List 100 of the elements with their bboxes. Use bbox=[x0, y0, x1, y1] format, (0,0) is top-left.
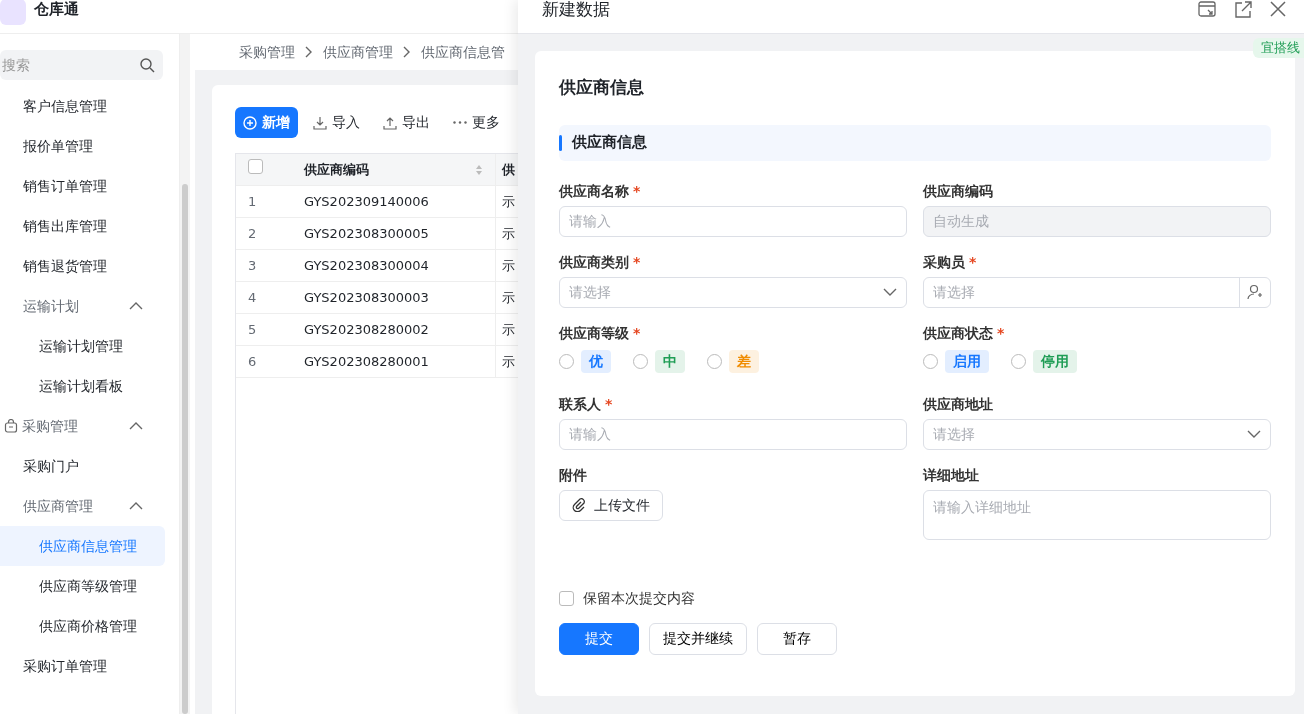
window-icon[interactable] bbox=[1198, 0, 1216, 17]
submit-button[interactable]: 提交 bbox=[559, 622, 639, 655]
chevron-down-icon bbox=[883, 287, 897, 297]
checkbox-label: 保留本次提交内容 bbox=[583, 588, 695, 608]
upload-button[interactable]: 上传文件 bbox=[559, 489, 663, 521]
paperclip-icon bbox=[572, 498, 586, 512]
sidebar-item[interactable]: 销售出库管理 bbox=[0, 206, 165, 246]
drawer-title: 新建数据 bbox=[542, 0, 610, 21]
placeholder: 请输入详细地址 bbox=[933, 497, 1031, 517]
sidebar-item[interactable]: 供应商信息管理 bbox=[0, 526, 165, 566]
form-button[interactable]: 暂存 bbox=[757, 622, 837, 655]
group-label: 采购管理 bbox=[21, 416, 78, 436]
field-label: 供应商名称 * bbox=[559, 181, 642, 201]
search-placeholder: 搜索 bbox=[2, 55, 30, 75]
table-cell-text: 示 bbox=[501, 256, 515, 275]
placeholder: 请输入 bbox=[569, 211, 611, 231]
table-cell: GYS202308300004 bbox=[296, 250, 496, 281]
radio-button[interactable] bbox=[923, 354, 938, 369]
field-label: 供应商状态 * bbox=[923, 323, 1006, 343]
sidebar-item[interactable]: 客户信息管理 bbox=[0, 86, 165, 126]
required-mark: * bbox=[633, 324, 641, 341]
add-button[interactable]: 新增 bbox=[235, 107, 298, 138]
select-all-checkbox[interactable] bbox=[248, 159, 263, 175]
more-icon bbox=[453, 121, 467, 124]
field-label: 采购员 * bbox=[923, 252, 978, 272]
group-label: 运输计划 bbox=[23, 296, 79, 316]
section-title: 供应商信息 bbox=[572, 132, 647, 154]
option-tag: 优 bbox=[581, 350, 611, 373]
environment-tag: 宜搭线 bbox=[1253, 38, 1304, 58]
add-user-icon[interactable] bbox=[1247, 284, 1263, 300]
table-cell-text: 示 bbox=[501, 352, 515, 371]
field-label: 附件 bbox=[559, 465, 588, 485]
required-mark: * bbox=[633, 253, 641, 270]
sidebar-item[interactable]: 报价单管理 bbox=[0, 126, 165, 166]
field-label: 供应商编码 bbox=[923, 181, 994, 201]
radio-button[interactable] bbox=[707, 354, 722, 369]
toolbar-button[interactable]: 更多 bbox=[445, 107, 508, 138]
table-cell: GYS202308280001 bbox=[296, 346, 496, 377]
table-cell: GYS202309140006 bbox=[296, 186, 496, 217]
breadcrumb-link[interactable]: 采购管理 bbox=[239, 41, 295, 63]
upload-icon bbox=[383, 115, 397, 130]
breadcrumb-link[interactable]: 供应商管理 bbox=[323, 41, 393, 63]
field-label: 联系人 * bbox=[559, 394, 614, 414]
scrollbar[interactable] bbox=[180, 34, 190, 714]
close-icon[interactable] bbox=[1270, 0, 1286, 17]
download-icon bbox=[313, 115, 327, 130]
field-label: 供应商等级 * bbox=[559, 323, 642, 343]
radio-button[interactable] bbox=[559, 354, 574, 369]
sidebar-group[interactable]: 运输计划 bbox=[0, 286, 165, 326]
sidebar-item[interactable]: 销售订单管理 bbox=[0, 166, 165, 206]
required-mark: * bbox=[605, 395, 613, 412]
table-cell-text: 示 bbox=[501, 320, 515, 339]
bag-icon bbox=[4, 419, 18, 433]
field-label: 详细地址 bbox=[923, 465, 980, 485]
sidebar-group[interactable]: 供应商管理 bbox=[0, 486, 165, 526]
option-tag: 启用 bbox=[945, 350, 989, 373]
required-mark: * bbox=[633, 182, 641, 199]
sidebar-group[interactable]: 采购管理 bbox=[0, 406, 165, 446]
sidebar-item[interactable]: 采购订单管理 bbox=[0, 646, 165, 686]
chevron-up-icon bbox=[129, 301, 143, 311]
sidebar-item[interactable]: 供应商等级管理 bbox=[0, 566, 165, 606]
sidebar-item[interactable]: 供应商价格管理 bbox=[0, 606, 165, 646]
sidebar-item[interactable]: 运输计划管理 bbox=[0, 326, 165, 366]
open-external-icon[interactable] bbox=[1234, 0, 1252, 19]
chevron-up-icon bbox=[129, 421, 143, 431]
required-mark: * bbox=[969, 253, 977, 270]
group-label: 供应商管理 bbox=[23, 496, 93, 516]
row-number: 3 bbox=[247, 256, 258, 275]
app-logo-icon bbox=[0, 0, 26, 25]
option-tag: 差 bbox=[729, 350, 759, 373]
table-cell: GYS202308280002 bbox=[296, 314, 496, 345]
toolbar-button[interactable]: 导出 bbox=[375, 107, 438, 138]
option-tag: 停用 bbox=[1033, 350, 1077, 373]
table-cell: GYS202308300003 bbox=[296, 282, 496, 313]
option-tag: 中 bbox=[655, 350, 685, 373]
breadcrumb-link[interactable]: 供应商信息管 bbox=[421, 41, 505, 63]
chevron-right-icon bbox=[305, 46, 313, 58]
column-header: 供应商编码 bbox=[304, 160, 369, 179]
placeholder: 请输入 bbox=[569, 424, 611, 444]
row-number: 4 bbox=[247, 288, 258, 307]
field-label: 供应商地址 bbox=[923, 394, 994, 414]
table-cell-text: 示 bbox=[501, 224, 515, 243]
row-number: 1 bbox=[247, 192, 258, 211]
sidebar-item[interactable]: 销售退货管理 bbox=[0, 246, 165, 286]
table-cell: GYS202308300005 bbox=[296, 218, 496, 249]
form-title: 供应商信息 bbox=[559, 76, 645, 99]
radio-button[interactable] bbox=[1011, 354, 1026, 369]
field-label: 供应商类别 * bbox=[559, 252, 642, 272]
placeholder: 自动生成 bbox=[933, 211, 989, 231]
sidebar-item[interactable]: 运输计划看板 bbox=[0, 366, 165, 406]
column-header: 供 bbox=[500, 160, 515, 179]
sort-icon[interactable] bbox=[475, 163, 483, 176]
placeholder: 请选择 bbox=[933, 282, 975, 302]
sidebar-item[interactable]: 采购门户 bbox=[0, 446, 165, 486]
radio-button[interactable] bbox=[633, 354, 648, 369]
toolbar-button[interactable]: 导入 bbox=[305, 107, 368, 138]
checkbox[interactable] bbox=[559, 590, 574, 606]
form-button[interactable]: 提交并继续 bbox=[649, 622, 747, 655]
placeholder: 请选择 bbox=[933, 424, 975, 444]
required-mark: * bbox=[997, 324, 1005, 341]
